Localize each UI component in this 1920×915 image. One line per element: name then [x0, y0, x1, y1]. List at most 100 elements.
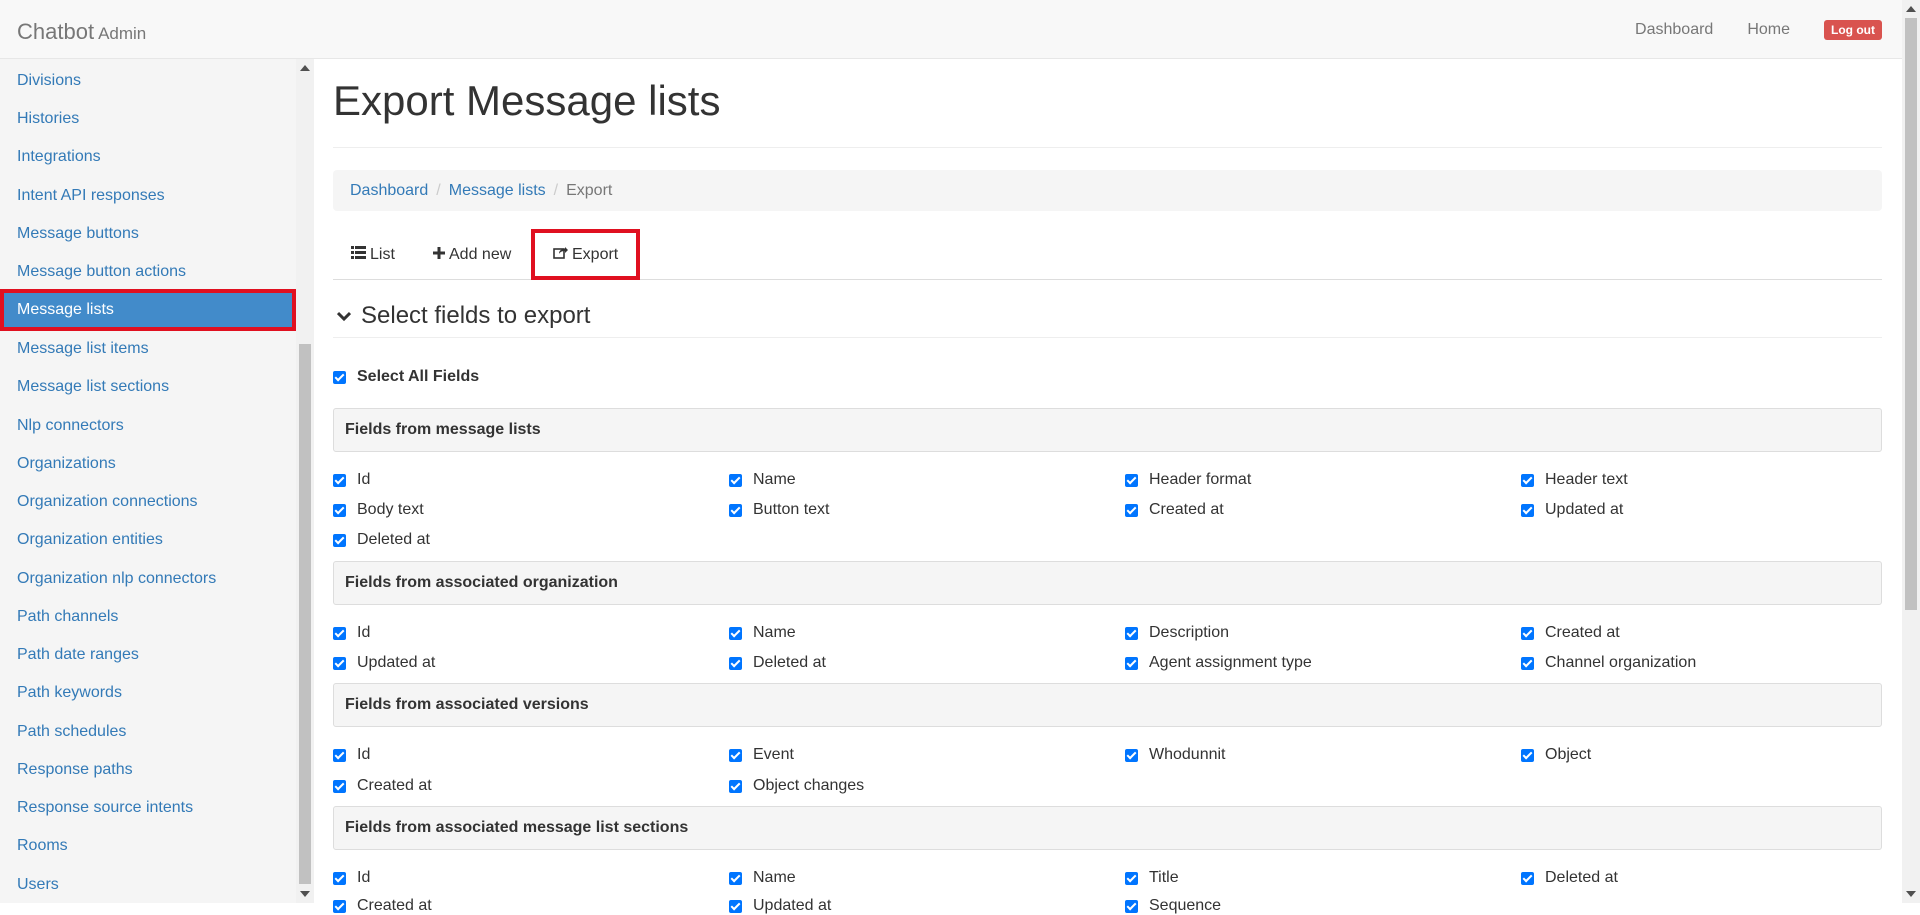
field-checkbox[interactable]: Body text: [333, 501, 424, 519]
checkbox[interactable]: [729, 503, 742, 517]
checkbox[interactable]: [1125, 656, 1138, 670]
sidebar-item-message-lists[interactable]: Message lists: [0, 289, 296, 331]
field-checkbox[interactable]: Description: [1125, 624, 1229, 642]
checkbox[interactable]: [1125, 503, 1138, 517]
sidebar-item-organization-entities[interactable]: Organization entities: [0, 521, 296, 559]
tab-add-new[interactable]: Add new: [433, 230, 511, 279]
field-checkbox[interactable]: Deleted at: [729, 654, 826, 672]
scroll-down-arrow-icon[interactable]: [300, 891, 310, 897]
checkbox[interactable]: [333, 899, 346, 913]
sidebar-item-message-list-items[interactable]: Message list items: [0, 330, 296, 368]
sidebar-item-integrations[interactable]: Integrations: [0, 138, 296, 176]
field-checkbox[interactable]: Created at: [1521, 624, 1620, 642]
field-checkbox[interactable]: Sequence: [1125, 897, 1221, 915]
field-checkbox[interactable]: Object changes: [729, 777, 864, 795]
sidebar-item-organization-connections[interactable]: Organization connections: [0, 483, 296, 521]
field-checkbox[interactable]: Updated at: [1521, 501, 1623, 519]
checkbox[interactable]: [1125, 871, 1138, 885]
field-checkbox[interactable]: Created at: [1125, 501, 1224, 519]
field-checkbox[interactable]: Created at: [333, 897, 432, 915]
sidebar-item-organizations[interactable]: Organizations: [0, 445, 296, 483]
scroll-down-arrow-icon[interactable]: [1906, 891, 1916, 897]
field-checkbox[interactable]: Created at: [333, 777, 432, 795]
checkbox[interactable]: [1521, 626, 1534, 640]
checkbox[interactable]: [333, 533, 346, 547]
sidebar-item-rooms[interactable]: Rooms: [0, 827, 296, 865]
field-checkbox[interactable]: Name: [729, 869, 796, 887]
breadcrumb-dashboard[interactable]: Dashboard: [350, 182, 428, 200]
scroll-up-arrow-icon[interactable]: [1906, 6, 1916, 12]
select-all-checkbox[interactable]: [333, 370, 346, 384]
checkbox[interactable]: [1125, 473, 1138, 487]
checkbox[interactable]: [1521, 871, 1534, 885]
checkbox[interactable]: [729, 656, 742, 670]
field-checkbox[interactable]: Name: [729, 624, 796, 642]
checkbox[interactable]: [729, 871, 742, 885]
checkbox[interactable]: [1125, 748, 1138, 762]
sidebar-item-message-list-sections[interactable]: Message list sections: [0, 368, 296, 406]
checkbox[interactable]: [729, 626, 742, 640]
logout-button[interactable]: Log out: [1824, 19, 1882, 40]
tab-export[interactable]: Export: [531, 229, 641, 280]
page-scrollbar-thumb[interactable]: [1905, 18, 1917, 610]
field-checkbox[interactable]: Title: [1125, 869, 1179, 887]
select-all-fields[interactable]: Select All Fields: [333, 368, 479, 386]
checkbox[interactable]: [729, 473, 742, 487]
sidebar-item-intent-api-responses[interactable]: Intent API responses: [0, 177, 296, 215]
field-checkbox[interactable]: Agent assignment type: [1125, 654, 1312, 672]
tab-list[interactable]: List: [351, 230, 395, 279]
brand-logo[interactable]: Chatbot Admin: [17, 19, 146, 45]
checkbox[interactable]: [333, 503, 346, 517]
field-checkbox[interactable]: Id: [333, 869, 370, 887]
sidebar-item-histories[interactable]: Histories: [0, 100, 296, 138]
checkbox[interactable]: [1521, 473, 1534, 487]
field-checkbox[interactable]: Header format: [1125, 471, 1251, 489]
scroll-up-arrow-icon[interactable]: [300, 65, 310, 71]
field-checkbox[interactable]: Object: [1521, 746, 1591, 764]
field-checkbox[interactable]: Whodunnit: [1125, 746, 1226, 764]
sidebar-item-divisions[interactable]: Divisions: [0, 62, 296, 100]
checkbox[interactable]: [1125, 626, 1138, 640]
checkbox[interactable]: [1521, 748, 1534, 762]
checkbox[interactable]: [1521, 503, 1534, 517]
checkbox[interactable]: [333, 626, 346, 640]
field-checkbox[interactable]: Updated at: [729, 897, 831, 915]
checkbox[interactable]: [729, 748, 742, 762]
sidebar-item-organization-nlp-connectors[interactable]: Organization nlp connectors: [0, 560, 296, 598]
field-checkbox[interactable]: Id: [333, 746, 370, 764]
sidebar-item-response-source-intents[interactable]: Response source intents: [0, 789, 296, 827]
checkbox[interactable]: [333, 748, 346, 762]
nav-dashboard-link[interactable]: Dashboard: [1635, 21, 1713, 39]
sidebar-item-users[interactable]: Users: [0, 866, 296, 903]
field-checkbox[interactable]: Id: [333, 471, 370, 489]
field-checkbox[interactable]: Button text: [729, 501, 830, 519]
field-checkbox[interactable]: Id: [333, 624, 370, 642]
sidebar-scrollbar-thumb[interactable]: [299, 344, 311, 884]
section-header[interactable]: Select fields to export: [333, 295, 1882, 338]
field-checkbox[interactable]: Channel organization: [1521, 654, 1696, 672]
sidebar-item-path-keywords[interactable]: Path keywords: [0, 674, 296, 712]
checkbox[interactable]: [333, 779, 346, 793]
sidebar-item-path-schedules[interactable]: Path schedules: [0, 713, 296, 751]
sidebar-scrollbar[interactable]: [296, 59, 314, 903]
sidebar-item-message-buttons[interactable]: Message buttons: [0, 215, 296, 253]
sidebar-item-path-channels[interactable]: Path channels: [0, 598, 296, 636]
sidebar-item-message-button-actions[interactable]: Message button actions: [0, 253, 296, 291]
checkbox[interactable]: [729, 899, 742, 913]
checkbox[interactable]: [333, 656, 346, 670]
sidebar-item-nlp-connectors[interactable]: Nlp connectors: [0, 407, 296, 445]
field-checkbox[interactable]: Deleted at: [333, 531, 430, 549]
field-checkbox[interactable]: Deleted at: [1521, 869, 1618, 887]
checkbox[interactable]: [1521, 656, 1534, 670]
nav-home-link[interactable]: Home: [1747, 21, 1790, 39]
checkbox[interactable]: [333, 871, 346, 885]
field-checkbox[interactable]: Updated at: [333, 654, 435, 672]
sidebar-item-response-paths[interactable]: Response paths: [0, 751, 296, 789]
sidebar-item-path-date-ranges[interactable]: Path date ranges: [0, 636, 296, 674]
checkbox[interactable]: [333, 473, 346, 487]
field-checkbox[interactable]: Header text: [1521, 471, 1628, 489]
page-scrollbar[interactable]: [1902, 0, 1920, 903]
field-checkbox[interactable]: Event: [729, 746, 794, 764]
breadcrumb-message-lists[interactable]: Message lists: [449, 182, 546, 200]
checkbox[interactable]: [1125, 899, 1138, 913]
